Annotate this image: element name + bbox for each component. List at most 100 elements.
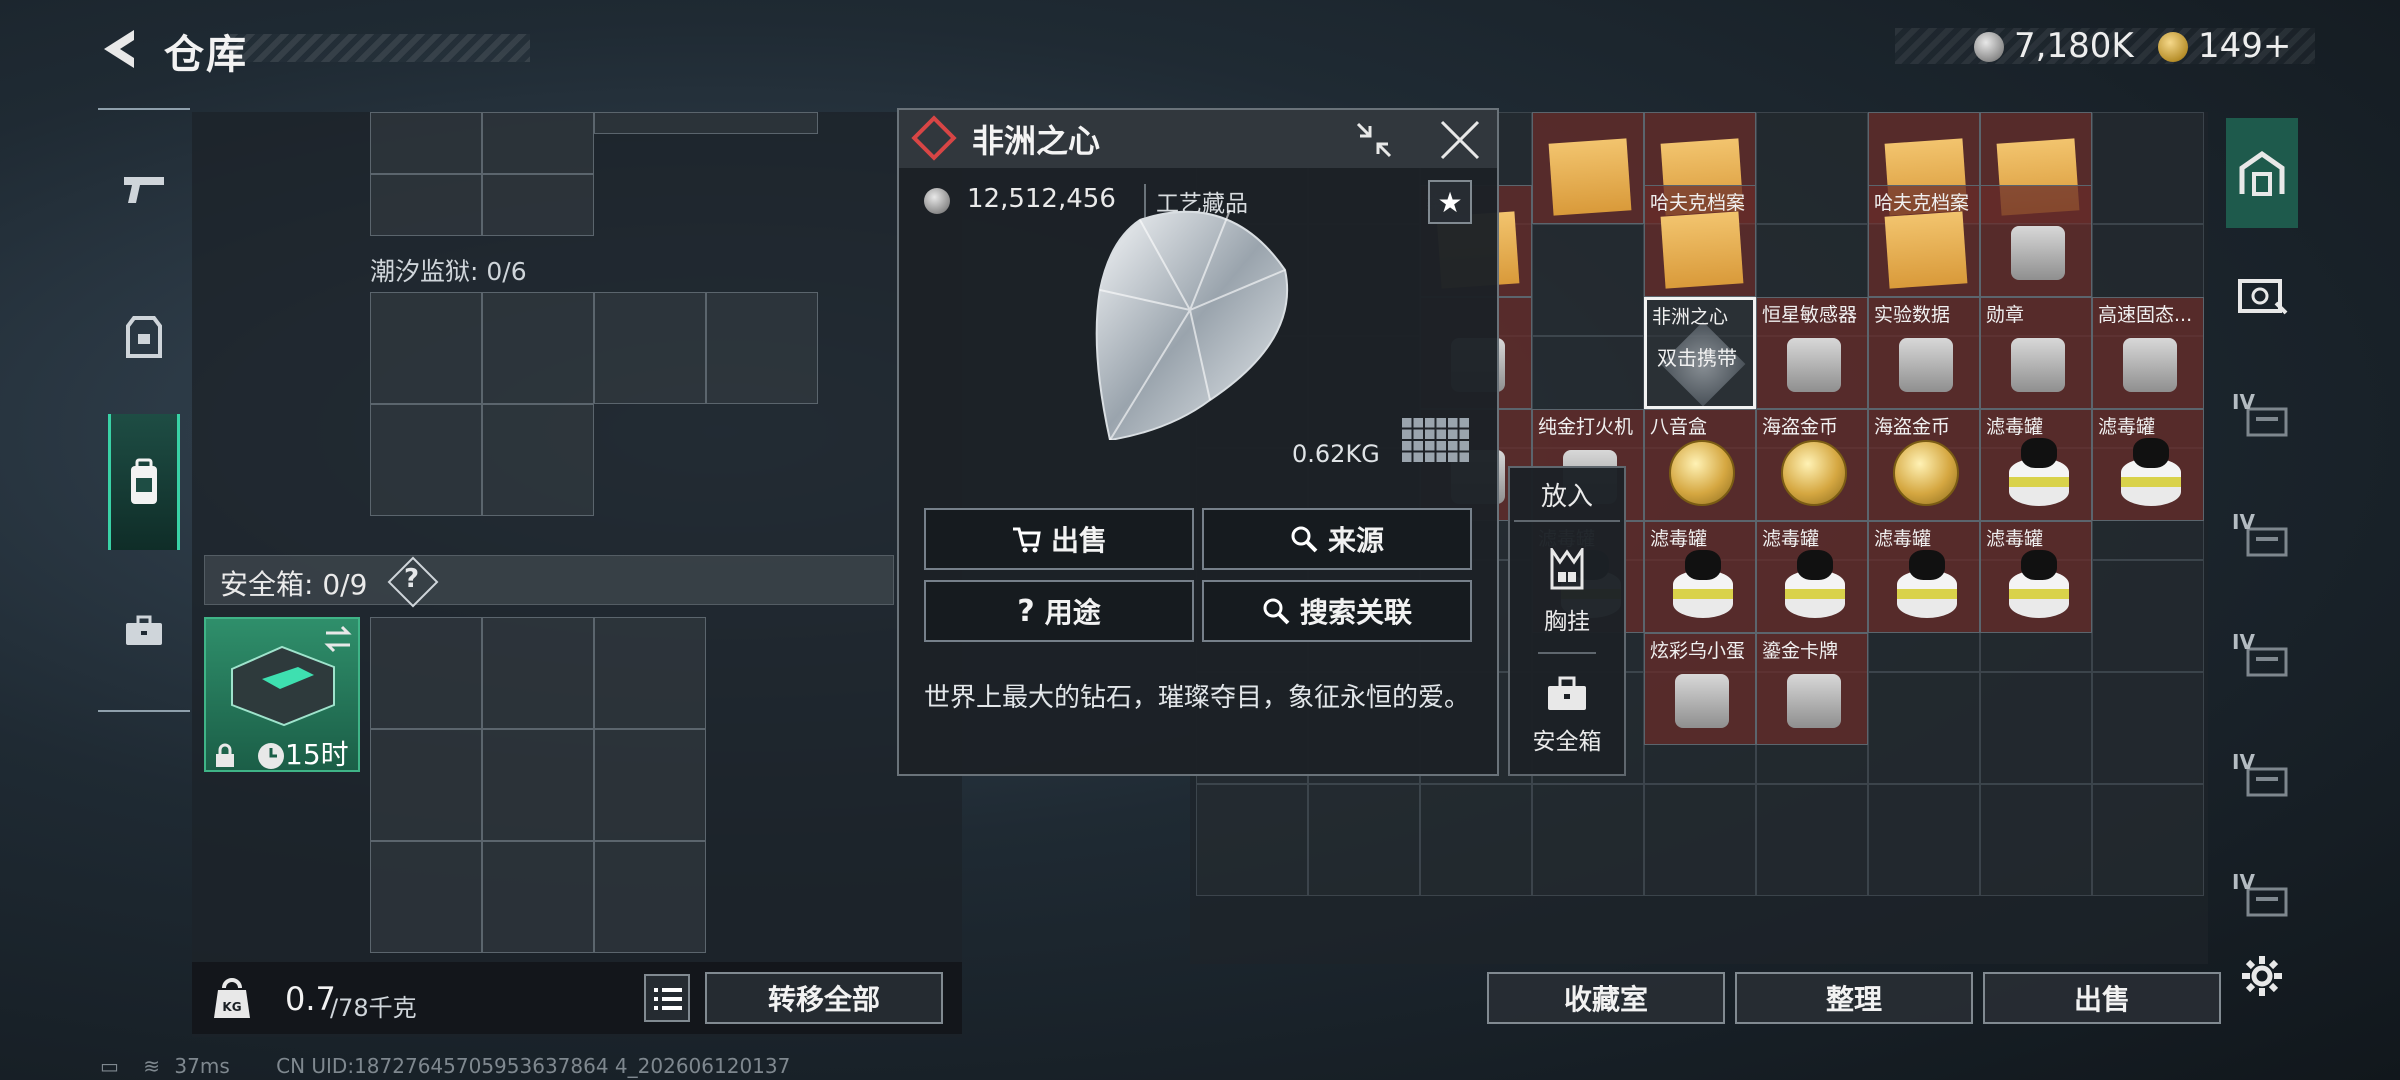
storage-empty-cell[interactable]	[1868, 672, 1980, 784]
swap-icon[interactable]	[322, 625, 354, 653]
storage-empty-cell[interactable]	[1644, 784, 1756, 896]
silver-amount[interactable]: 7,180K	[2014, 26, 2134, 66]
tide-prison-slot[interactable]	[370, 292, 482, 404]
storage-empty-cell[interactable]	[2092, 784, 2204, 896]
storage-item[interactable]	[1532, 112, 1644, 224]
safe-box-slot[interactable]	[370, 617, 482, 729]
music-box-icon	[1669, 440, 1735, 506]
tide-prison-slot[interactable]	[482, 404, 594, 516]
storage-empty-cell[interactable]	[1532, 224, 1644, 336]
tab-storage-level[interactable]: IV	[2226, 602, 2298, 712]
storage-item[interactable]: 滤毒罐	[1644, 521, 1756, 633]
tide-prison-slot[interactable]	[706, 292, 818, 404]
safe-box-slot[interactable]	[482, 841, 594, 953]
dossier-icon	[1660, 211, 1744, 289]
size-grid-cell	[1402, 418, 1412, 428]
storage-item[interactable]: 炫彩乌小蛋	[1644, 633, 1756, 745]
storage-item[interactable]	[1980, 185, 2092, 297]
safe-box-slot[interactable]	[594, 841, 706, 953]
minimize-icon[interactable]	[1352, 118, 1396, 162]
sell-all-button[interactable]: 出售	[1983, 972, 2221, 1024]
tab-storage-level[interactable]: IV	[2226, 842, 2298, 952]
storage-empty-cell[interactable]	[2092, 112, 2204, 224]
storage-item[interactable]: 哈夫克档案	[1644, 185, 1756, 297]
favorite-star-button[interactable]: ★	[1428, 180, 1472, 224]
collection-room-button[interactable]: 收藏室	[1487, 972, 1725, 1024]
transfer-all-button[interactable]: 转移全部	[705, 972, 943, 1024]
search-related-button[interactable]: 搜索关联	[1202, 580, 1472, 642]
storage-empty-cell[interactable]	[1308, 784, 1420, 896]
storage-item[interactable]: 滤毒罐	[1756, 521, 1868, 633]
tab-weapons[interactable]	[108, 124, 180, 254]
usage-button[interactable]: ? 用途	[924, 580, 1194, 642]
storage-tier-label: IV	[2232, 630, 2255, 654]
storage-item[interactable]: 非洲之心 双击携带	[1644, 297, 1756, 409]
gear-grid-cell[interactable]	[482, 174, 594, 236]
storage-empty-cell[interactable]	[1196, 784, 1308, 896]
tide-prison-slot[interactable]	[594, 292, 706, 404]
safe-box-slot[interactable]	[482, 729, 594, 841]
storage-empty-cell[interactable]	[1980, 672, 2092, 784]
storage-empty-cell[interactable]	[1420, 784, 1532, 896]
storage-item[interactable]: 滤毒罐	[2092, 409, 2204, 521]
storage-item-label: 滤毒罐	[1762, 528, 1820, 550]
gear-grid-cell[interactable]	[594, 112, 818, 134]
storage-item[interactable]: 勋章	[1980, 297, 2092, 409]
tab-storage-level[interactable]: IV	[2226, 482, 2298, 592]
storage-item[interactable]: 实验数据	[1868, 297, 1980, 409]
list-view-button[interactable]	[644, 974, 690, 1022]
tab-storage-level[interactable]: IV	[2226, 722, 2298, 832]
tab-safe-box[interactable]	[108, 566, 180, 696]
gold-amount[interactable]: 149+	[2198, 26, 2291, 66]
gear-grid-cell[interactable]	[482, 112, 594, 174]
put-in-safe-box-option[interactable]: 安全箱	[1512, 658, 1622, 774]
storage-tier-label: IV	[2232, 870, 2255, 894]
storage-item[interactable]: 海盗金币	[1756, 409, 1868, 521]
tab-storage-main[interactable]	[2226, 118, 2298, 228]
item-size-grid-icon	[1402, 418, 1469, 462]
tab-armor[interactable]	[108, 272, 180, 402]
source-button[interactable]: 来源	[1202, 508, 1472, 570]
weight-current: 0.7	[285, 980, 336, 1018]
storage-empty-cell[interactable]	[1532, 784, 1644, 896]
storage-item[interactable]: 滤毒罐	[1980, 521, 2092, 633]
gear-grid-cell[interactable]	[370, 174, 482, 236]
tide-prison-slot[interactable]	[370, 404, 482, 516]
storage-item[interactable]: 高速固态...	[2092, 297, 2204, 409]
safe-box-slot[interactable]	[482, 617, 594, 729]
storage-empty-cell[interactable]	[1756, 112, 1868, 224]
storage-empty-cell[interactable]	[2092, 560, 2204, 672]
tide-prison-slot[interactable]	[482, 292, 594, 404]
storage-item[interactable]: 鎏金卡牌	[1756, 633, 1868, 745]
storage-item[interactable]: 八音盒	[1644, 409, 1756, 521]
tab-storage-2[interactable]	[2226, 240, 2298, 350]
tab-backpack[interactable]	[108, 414, 180, 550]
safe-box-slot[interactable]	[370, 729, 482, 841]
gear-grid-cell[interactable]	[370, 112, 482, 174]
storage-item-label: 实验数据	[1874, 304, 1951, 326]
storage-empty-cell[interactable]	[1980, 784, 2092, 896]
tab-storage-level[interactable]: IV	[2226, 362, 2298, 472]
storage-item[interactable]: 滤毒罐	[1868, 521, 1980, 633]
storage-item-label: 滤毒罐	[1986, 416, 2044, 438]
heart-of-africa-diamond-image	[1095, 209, 1289, 440]
close-icon[interactable]	[1438, 118, 1482, 162]
storage-item[interactable]: 滤毒罐	[1980, 409, 2092, 521]
storage-empty-cell[interactable]	[1756, 784, 1868, 896]
safe-box-slot[interactable]	[594, 617, 706, 729]
settings-gear-icon[interactable]	[2240, 954, 2284, 998]
chest-rig-label: 胸挂	[1544, 609, 1590, 635]
back-arrow-icon[interactable]	[96, 24, 146, 74]
storage-item[interactable]: 恒星敏感器	[1756, 297, 1868, 409]
put-in-chest-rig-option[interactable]: 胸挂	[1512, 536, 1622, 652]
safe-box-slot[interactable]	[370, 841, 482, 953]
sell-button[interactable]: 出售	[924, 508, 1194, 570]
storage-item[interactable]: 海盗金币	[1868, 409, 1980, 521]
lock-icon	[216, 743, 234, 767]
list-icon	[654, 988, 682, 1010]
storage-empty-cell[interactable]	[1868, 784, 1980, 896]
storage-item[interactable]: 哈夫克档案	[1868, 185, 1980, 297]
safe-box-slot[interactable]	[594, 729, 706, 841]
storage-empty-cell[interactable]	[2092, 672, 2204, 784]
organize-button[interactable]: 整理	[1735, 972, 1973, 1024]
